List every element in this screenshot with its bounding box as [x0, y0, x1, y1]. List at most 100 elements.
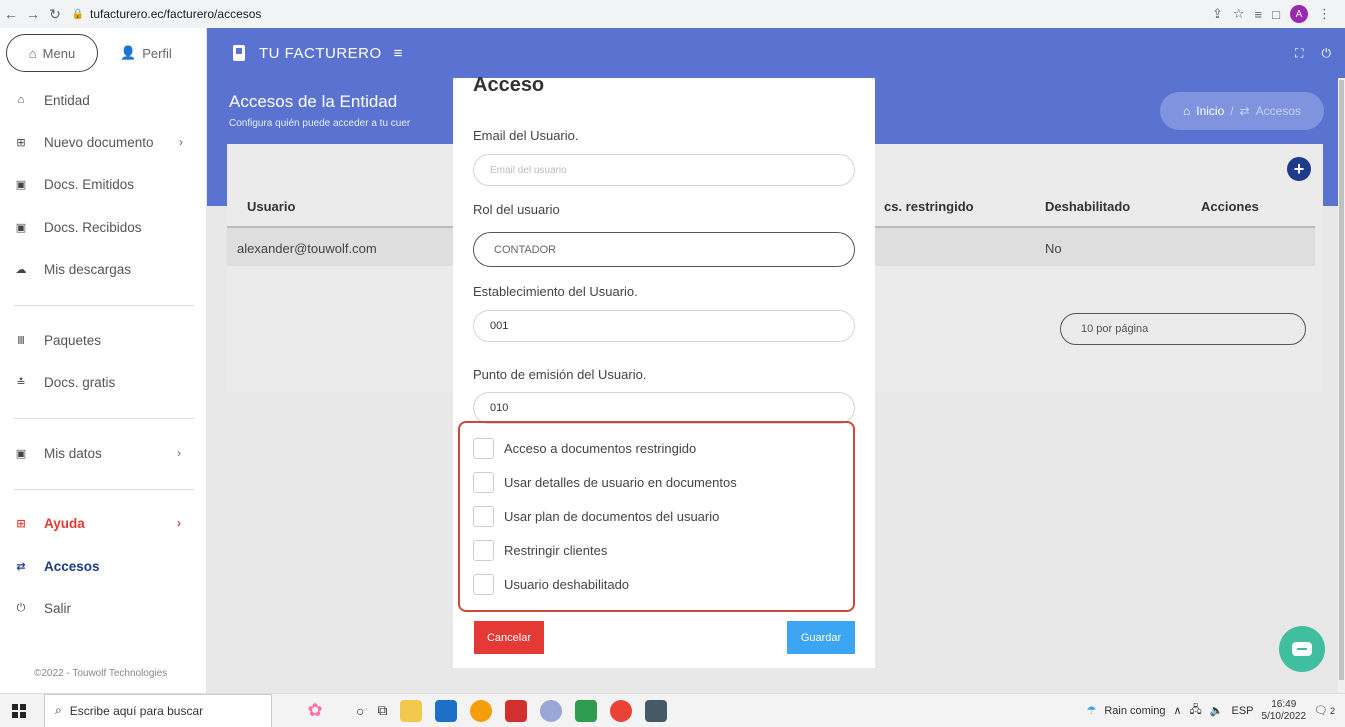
- checkbox-restrict-clients[interactable]: Restringir clientes: [473, 540, 607, 561]
- sidebar-item-accesos[interactable]: ⇄ Accesos: [0, 552, 207, 580]
- snipping-tool-icon[interactable]: [540, 699, 563, 722]
- reading-list-icon[interactable]: ≡: [1255, 7, 1263, 22]
- back-icon[interactable]: ←: [0, 3, 22, 25]
- establishment-label: Establecimiento del Usuario.: [473, 284, 638, 299]
- clock[interactable]: 16:49 5/10/2022: [1262, 699, 1307, 723]
- notification-count: 2: [1329, 705, 1335, 716]
- task-view-icon[interactable]: ⧉: [377, 702, 387, 719]
- plus-square-icon: ⊞: [16, 517, 26, 530]
- speaker-icon[interactable]: 🔈: [1210, 704, 1224, 717]
- reload-icon[interactable]: ↻: [44, 3, 66, 25]
- side-panel-icon[interactable]: □: [1272, 7, 1280, 22]
- firefox-icon[interactable]: [470, 699, 493, 722]
- sidebar-item-nuevo-documento[interactable]: ⊞ Nuevo documento ›: [0, 128, 207, 156]
- chevron-right-icon: ›: [177, 516, 181, 530]
- taskbar-search[interactable]: ⌕ Escribe aquí para buscar: [44, 693, 272, 727]
- cancel-button[interactable]: Cancelar: [474, 621, 544, 654]
- chevron-right-icon: ›: [179, 135, 183, 149]
- browser-toolbar: ← → ↻ 🔒 tufacturero.ec/facturero/accesos…: [0, 0, 1345, 28]
- establishment-field[interactable]: 001: [473, 310, 855, 342]
- chrome-icon[interactable]: [610, 699, 633, 722]
- per-page-select[interactable]: 10 por página: [1060, 313, 1306, 345]
- search-highlight-art-icon[interactable]: ✿: [284, 696, 346, 726]
- fullscreen-icon[interactable]: ⛶: [1295, 46, 1303, 61]
- bars-icon: Ⅲ: [17, 334, 25, 347]
- checkbox-user-disabled[interactable]: Usuario deshabilitado: [473, 574, 629, 595]
- email-field[interactable]: Email del usuario: [473, 154, 855, 186]
- sidebar-divider: [14, 489, 194, 490]
- checkbox-label: Usar plan de documentos del usuario: [504, 509, 720, 524]
- sidebar-item-docs-recibidos[interactable]: ▣ Docs. Recibidos: [0, 213, 207, 241]
- sidebar-item-docs-emitidos[interactable]: ▣ Docs. Emitidos: [0, 170, 207, 198]
- email-label: Email del Usuario.: [473, 128, 579, 143]
- sidebar-item-entidad[interactable]: ⌂ Entidad: [0, 86, 207, 114]
- checkbox[interactable]: [473, 472, 494, 493]
- chevron-up-icon[interactable]: ∧: [1173, 704, 1181, 717]
- search-placeholder: Escribe aquí para buscar: [69, 703, 204, 718]
- meet-icon[interactable]: [575, 699, 598, 722]
- sidebar-item-paquetes[interactable]: Ⅲ Paquetes: [0, 326, 207, 354]
- windows-start-icon[interactable]: [12, 703, 26, 718]
- exchange-icon: ⇄: [1239, 104, 1250, 118]
- clock-date: 5/10/2022: [1261, 710, 1307, 722]
- sidebar-item-docs-gratis[interactable]: ≛ Docs. gratis: [0, 368, 207, 396]
- breadcrumb-home[interactable]: Inicio: [1196, 104, 1224, 118]
- brand-logo-icon: [233, 45, 245, 61]
- file-explorer-icon[interactable]: [400, 699, 423, 722]
- profile-button[interactable]: 👤 Perfil: [120, 45, 172, 61]
- url-text: tufacturero.ec/facturero/accesos: [90, 7, 262, 21]
- sidebar-item-ayuda[interactable]: ⊞ Ayuda ›: [0, 509, 207, 537]
- address-bar[interactable]: 🔒 tufacturero.ec/facturero/accesos: [72, 3, 1212, 25]
- add-access-button[interactable]: +: [1287, 157, 1311, 181]
- home-icon: ⌂: [17, 94, 25, 106]
- hamburger-icon[interactable]: ≡: [394, 45, 403, 62]
- network-icon[interactable]: 🖧: [1190, 701, 1202, 720]
- forward-icon[interactable]: →: [22, 3, 44, 25]
- checkbox[interactable]: [473, 574, 494, 595]
- checkbox-user-plan[interactable]: Usar plan de documentos del usuario: [473, 506, 719, 527]
- mail-icon[interactable]: [435, 699, 458, 722]
- notification-icon[interactable]: 🗨: [1314, 704, 1328, 717]
- chevron-right-icon: ›: [177, 446, 181, 460]
- cloud-download-icon: ☁: [15, 263, 27, 276]
- role-select[interactable]: CONTADOR: [473, 232, 855, 267]
- checkbox-restricted-docs[interactable]: Acceso a documentos restringido: [473, 438, 696, 459]
- checkbox[interactable]: [473, 540, 494, 561]
- star-icon[interactable]: ☆: [1233, 6, 1245, 22]
- breadcrumb: ⌂ Inicio / ⇄ Accesos: [1160, 92, 1324, 130]
- more-menu-icon[interactable]: ⋮: [1318, 6, 1331, 22]
- menu-button[interactable]: ⌂ Menu: [6, 34, 98, 72]
- profile-label: Perfil: [142, 45, 172, 61]
- scrollbar-thumb[interactable]: [1339, 80, 1344, 680]
- wps-icon[interactable]: [505, 699, 528, 722]
- weather-text[interactable]: Rain coming: [1104, 705, 1165, 717]
- save-button[interactable]: Guardar: [787, 621, 855, 654]
- sidebar-item-mis-descargas[interactable]: ☁ Mis descargas: [0, 255, 207, 283]
- clock-time: 16:49: [1271, 698, 1297, 710]
- lock-icon: 🔒: [71, 8, 85, 20]
- checkbox[interactable]: [473, 506, 494, 527]
- breadcrumb-current: Accesos: [1255, 104, 1302, 118]
- sidebar-item-label: Accesos: [44, 558, 100, 574]
- sidebar: ⌂ Menu 👤 Perfil ⌂ Entidad ⊞ Nuevo docume…: [0, 28, 207, 693]
- power-icon[interactable]: ⏻: [1322, 46, 1332, 61]
- home-icon: ⌂: [28, 45, 37, 61]
- search-icon: ⌕: [55, 703, 62, 717]
- column-header-deshabilitado: Deshabilitado: [1045, 199, 1131, 214]
- checkbox-label: Acceso a documentos restringido: [504, 441, 697, 456]
- page-subtitle: Configura quién puede acceder a tu cuer: [229, 118, 411, 129]
- cortana-icon[interactable]: ○: [356, 703, 364, 719]
- sidebar-item-mis-datos[interactable]: ▣ Mis datos ›: [0, 439, 207, 467]
- checkbox-user-details[interactable]: Usar detalles de usuario en documentos: [473, 472, 737, 493]
- sidebar-item-salir[interactable]: ⏻ Salir: [0, 594, 207, 622]
- chat-button[interactable]: [1279, 626, 1325, 672]
- emission-point-field[interactable]: 010: [473, 392, 855, 424]
- profile-avatar[interactable]: A: [1290, 5, 1308, 23]
- checkbox[interactable]: [473, 438, 494, 459]
- sidebar-divider: [14, 418, 194, 419]
- language-indicator[interactable]: ESP: [1232, 705, 1254, 717]
- modal-title: Acceso: [473, 74, 545, 96]
- calculator-icon[interactable]: [645, 699, 668, 722]
- share-icon[interactable]: ⇪: [1212, 6, 1223, 22]
- emission-point-label: Punto de emisión del Usuario.: [473, 367, 647, 382]
